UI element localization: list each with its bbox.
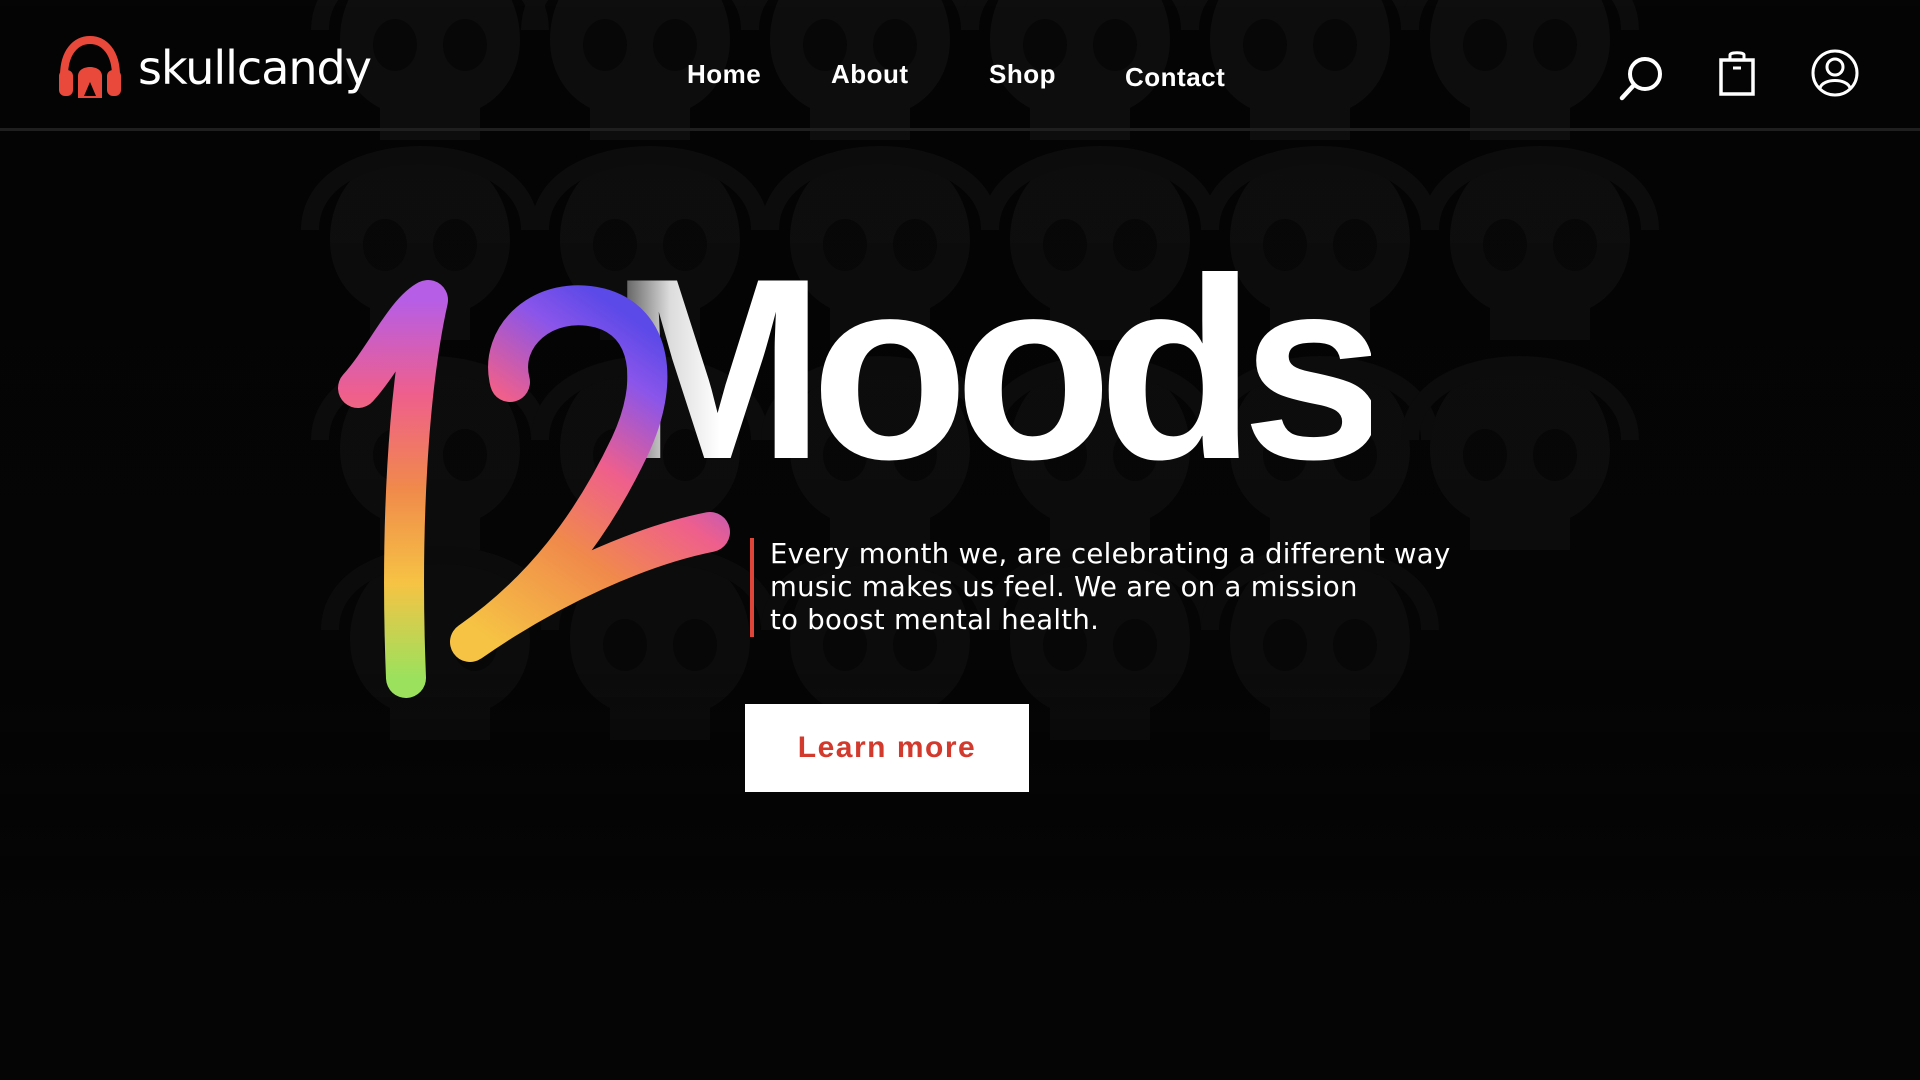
user-account-icon[interactable] (1810, 48, 1860, 98)
nav-shop[interactable]: Shop (989, 59, 1056, 90)
nav-about[interactable]: About (831, 59, 909, 90)
brand-name: skullcandy (138, 41, 372, 95)
hero-description: Every month we, are celebrating a differ… (750, 538, 1510, 637)
search-icon[interactable] (1618, 54, 1666, 102)
nav-home[interactable]: Home (687, 59, 761, 90)
shopping-bag-icon[interactable] (1718, 50, 1758, 98)
hero-description-line: music makes us feel. We are on a mission (770, 571, 1358, 603)
hero-description-line: to boost mental health. (770, 604, 1100, 636)
hero-description-line: Every month we, are celebrating a differ… (770, 538, 1451, 570)
brand-logo[interactable]: skullcandy (56, 36, 372, 104)
hero-number-text: 12 (330, 270, 338, 274)
headphone-skull-icon (59, 36, 121, 98)
hero-number-12: 12 (330, 270, 730, 698)
site-header: skullcandy Home About Shop Contact (0, 0, 1920, 131)
learn-more-button[interactable]: Learn more (745, 704, 1029, 792)
nav-contact[interactable]: Contact (1125, 62, 1225, 93)
